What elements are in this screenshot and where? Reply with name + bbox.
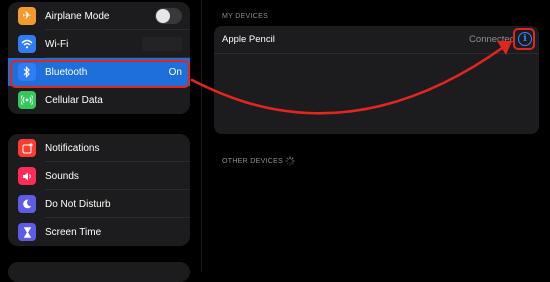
loading-spinner-icon — [285, 156, 295, 166]
my-devices-list: Apple Pencil Connected i — [214, 26, 539, 134]
notifications-icon — [18, 139, 36, 157]
sidebar-item-label: Screen Time — [45, 226, 102, 238]
cellular-icon — [18, 91, 36, 109]
info-icon[interactable]: i — [518, 32, 532, 46]
device-name: Apple Pencil — [222, 34, 275, 45]
bluetooth-icon — [18, 63, 36, 81]
sidebar-item-label: Wi-Fi — [45, 38, 69, 50]
bluetooth-detail-pane: MY DEVICES Apple Pencil Connected i OTHE… — [202, 0, 550, 272]
sidebar-item-wifi[interactable]: Wi-Fi — [8, 30, 190, 58]
sounds-icon — [18, 167, 36, 185]
other-devices-header: OTHER DEVICES — [222, 158, 284, 165]
my-devices-header: MY DEVICES — [222, 13, 269, 20]
sidebar-item-label: Notifications — [45, 142, 100, 154]
sidebar-item-label: Bluetooth — [45, 66, 88, 78]
sidebar-item-notifications[interactable]: Notifications — [8, 134, 190, 162]
airplane-mode-toggle[interactable] — [155, 8, 182, 24]
general-group — [8, 262, 190, 282]
sidebar-item-label: Do Not Disturb — [45, 198, 111, 210]
connectivity-group: ✈ Airplane Mode Wi-Fi Bluetooth On Cellu… — [8, 2, 190, 114]
wifi-icon — [18, 35, 36, 53]
hourglass-icon — [18, 223, 36, 241]
device-row-apple-pencil[interactable]: Apple Pencil Connected i — [214, 26, 539, 54]
sidebar-item-screen-time[interactable]: Screen Time — [8, 218, 190, 246]
sidebar-item-airplane-mode[interactable]: ✈ Airplane Mode — [8, 2, 190, 30]
sidebar-item-cellular-data[interactable]: Cellular Data — [8, 86, 190, 114]
airplane-icon: ✈ — [18, 7, 36, 25]
sidebar-item-label: Airplane Mode — [45, 10, 110, 22]
sidebar-item-bluetooth[interactable]: Bluetooth On — [8, 58, 190, 86]
settings-sidebar: ✈ Airplane Mode Wi-Fi Bluetooth On Cellu… — [0, 0, 201, 282]
sidebar-item-label: Cellular Data — [45, 94, 103, 106]
bluetooth-status-value: On — [168, 66, 182, 78]
device-status: Connected — [469, 34, 515, 45]
sidebar-item-label: Sounds — [45, 170, 79, 182]
notifications-group: Notifications Sounds Do Not Disturb Scre… — [8, 134, 190, 246]
wifi-network-value — [142, 37, 182, 51]
sidebar-item-sounds[interactable]: Sounds — [8, 162, 190, 190]
moon-icon — [18, 195, 36, 213]
sidebar-item-do-not-disturb[interactable]: Do Not Disturb — [8, 190, 190, 218]
